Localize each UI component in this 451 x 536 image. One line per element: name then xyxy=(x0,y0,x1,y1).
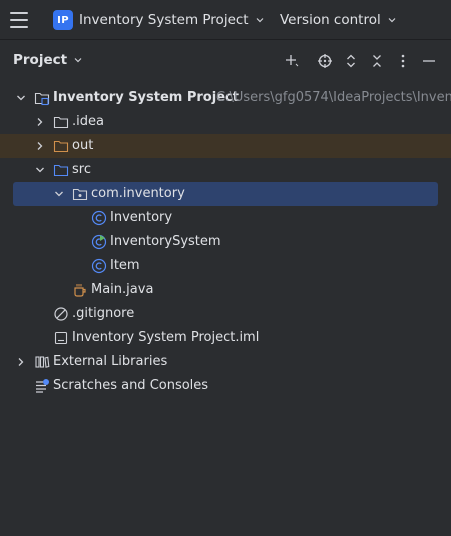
tree-label-gitignore: .gitignore xyxy=(72,306,135,321)
tree-label-idea: .idea xyxy=(72,114,104,129)
class-icon xyxy=(91,258,107,274)
project-badge-icon: IP xyxy=(53,10,73,30)
chevron-down-icon xyxy=(256,18,264,23)
tree-label-root: Inventory System Project xyxy=(53,90,239,105)
tree-label-iml: Inventory System Project.iml xyxy=(72,330,260,345)
new-file-button[interactable] xyxy=(282,51,302,71)
tree-row-class-inventory[interactable]: Inventory xyxy=(0,206,451,230)
module-folder-icon xyxy=(34,92,50,106)
tree-label-main-java: Main.java xyxy=(91,282,154,297)
tree-label-class-item: Item xyxy=(110,258,140,273)
tree-label-package: com.inventory xyxy=(91,186,185,201)
project-panel-header: Project xyxy=(0,41,451,81)
expand-all-button[interactable] xyxy=(341,51,361,71)
source-folder-icon xyxy=(53,164,69,177)
tree-row-iml[interactable]: Inventory System Project.iml xyxy=(0,326,451,350)
chevron-down-icon xyxy=(74,58,82,63)
module-file-icon xyxy=(54,331,68,345)
chevron-down-icon[interactable] xyxy=(15,92,27,104)
tree-label-out: out xyxy=(72,138,94,153)
excluded-folder-icon xyxy=(53,140,69,153)
tree-label-class-inventory: Inventory xyxy=(110,210,173,225)
tree-label-scratches: Scratches and Consoles xyxy=(53,378,209,393)
menu-line xyxy=(10,19,28,21)
tree-row-class-inventory-system[interactable]: InventorySystem xyxy=(0,230,451,254)
tree-row-class-item[interactable]: Item xyxy=(0,254,451,278)
menu-line xyxy=(10,12,28,14)
tree-row-idea[interactable]: .idea xyxy=(0,110,451,134)
tree-label-src: src xyxy=(72,162,91,177)
tree-row-package[interactable]: com.inventory xyxy=(13,182,438,206)
tree-row-src[interactable]: src xyxy=(0,158,451,182)
chevron-right-icon[interactable] xyxy=(34,140,46,152)
collapse-all-button[interactable] xyxy=(367,51,387,71)
tree-row-scratches[interactable]: Scratches and Consoles xyxy=(0,374,451,398)
select-opened-file-button[interactable] xyxy=(315,51,335,71)
collapse-icon xyxy=(373,55,381,67)
panel-title: Project xyxy=(13,52,68,68)
project-name: Inventory System Project xyxy=(79,12,249,28)
package-icon xyxy=(72,188,88,201)
main-class-icon xyxy=(91,234,107,250)
minimize-icon xyxy=(423,60,435,62)
tree-row-root[interactable]: Inventory System Project C:\Users\gfg057… xyxy=(0,86,451,110)
tree-row-out[interactable]: out xyxy=(0,134,451,158)
java-file-icon xyxy=(74,284,86,297)
folder-icon xyxy=(53,116,69,129)
hide-panel-button[interactable] xyxy=(419,51,439,71)
tree-row-gitignore[interactable]: .gitignore xyxy=(0,302,451,326)
chevron-down-icon[interactable] xyxy=(53,188,65,200)
root-path: C:\Users\gfg0574\IdeaProjects\Inventory … xyxy=(216,90,451,105)
tree-label-external-libraries: External Libraries xyxy=(53,354,168,369)
chevron-right-icon[interactable] xyxy=(34,116,46,128)
class-icon xyxy=(91,210,107,226)
version-control-label: Version control xyxy=(280,12,381,28)
tree-row-main-java[interactable]: Main.java xyxy=(0,278,451,302)
more-vertical-icon xyxy=(401,54,405,68)
chevron-right-icon[interactable] xyxy=(15,356,27,368)
project-switcher[interactable]: IP Inventory System Project xyxy=(53,9,265,31)
expand-icon xyxy=(347,54,355,68)
tree-row-external-libraries[interactable]: External Libraries xyxy=(0,350,451,374)
chevron-down-icon[interactable] xyxy=(34,164,46,176)
version-control-switcher[interactable]: Version control xyxy=(280,9,397,31)
plus-icon xyxy=(286,55,299,67)
crosshair-icon xyxy=(318,54,332,68)
title-bar: IP Inventory System Project Version cont… xyxy=(0,0,451,40)
chevron-down-icon xyxy=(388,18,396,23)
ignore-file-icon xyxy=(54,307,68,321)
scratches-icon xyxy=(36,379,49,393)
tree-label-class-inventory-system: InventorySystem xyxy=(110,234,221,249)
project-view-selector[interactable]: Project xyxy=(13,52,83,68)
library-icon xyxy=(35,356,50,368)
main-menu-button[interactable] xyxy=(10,12,28,28)
options-button[interactable] xyxy=(393,51,413,71)
menu-line xyxy=(10,26,28,28)
